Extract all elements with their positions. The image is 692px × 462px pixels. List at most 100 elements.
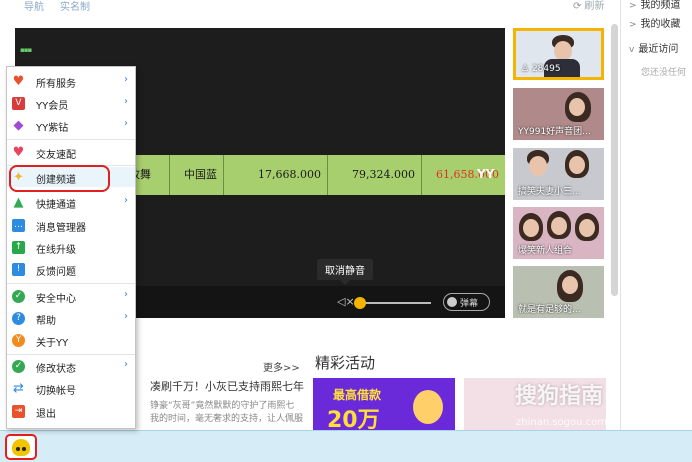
switch-icon: ⇄ [13,381,24,396]
chevron-right-icon: > [629,1,637,11]
highlight-box [9,165,110,192]
chevron-right-icon: › [124,74,128,85]
thumb-caption: YY991好声音团... [518,127,591,137]
chevron-right-icon: › [124,359,128,370]
nav-tab-guide[interactable]: 导航 [24,0,44,13]
thumb-face [529,156,547,176]
chevron-right-icon: > [629,20,637,30]
news-headline[interactable]: 凑刷千万！小灰已支持雨熙七年 [150,378,304,394]
status-icon: ✓ [12,360,25,373]
recent-empty-text: 您还没任何 [641,68,687,78]
channel-thumbnail[interactable]: 就是有足够的... [513,266,604,318]
thumb-face [551,217,567,235]
chevron-right-icon: › [124,96,128,107]
menu-item-about-yy[interactable]: Y 关于YY [7,330,135,350]
thumb-face [569,98,585,116]
menu-divider [7,354,135,355]
table-cell: 17,668.000 [223,155,327,195]
feedback-icon: ! [12,263,25,276]
menu-item-security-center[interactable]: ✓ 安全中心 › [7,286,135,306]
unmute-tooltip: 取消静音 [317,259,373,285]
toggle-dot [447,297,457,307]
more-link[interactable]: 更多>> [263,359,300,374]
thumb-caption: ♙ 28495 [521,64,561,74]
recent-visits-item[interactable]: v 最近访问 [629,40,678,55]
thumb-face [554,41,572,61]
chevron-right-icon: › [124,289,128,300]
thumb-caption: 爆笑新人组合 [518,246,573,256]
chevron-right-icon: › [124,311,128,322]
table-cell: 79,324.000 [327,155,421,195]
news-snippet: 铮豪“灰哥”竟然默默的守护了雨熙七 [150,401,295,411]
channel-thumbnail[interactable]: YY991好声音团... [513,88,604,140]
yy-mascot-icon [12,439,30,456]
shortcut-icon: ▲ [13,195,24,210]
sogou-watermark: 搜狗指南 [515,384,604,409]
channel-thumbnail[interactable]: 爆笑新人组合 [513,207,604,259]
channel-thumbnail[interactable]: ♙ 28495 [513,28,604,80]
help-icon: ? [12,312,25,325]
top-nav: 导航 实名制 ⟳ 刷新 [0,0,620,14]
my-favorites-item[interactable]: > 我的收藏 [629,15,681,30]
menu-item-message-manager[interactable]: … 消息管理器 [7,215,135,235]
main-menu: ♥ 所有服务 › V YY会员 › ◆ YY紫钻 › ♥ 交友速配 ✦ 创建频道 ▲ 快捷通道 › … [6,66,136,429]
banner-amount: 20万 [327,408,380,430]
danmu-toggle[interactable]: 弹幕 [443,293,490,311]
loan-banner[interactable]: 最高借款 20万 [313,378,455,430]
mascot-eye [16,447,20,451]
mute-icon[interactable]: ◁× [337,295,355,308]
menu-item-yy-diamond[interactable]: ◆ YY紫钻 › [7,115,135,135]
refresh-icon: ⟳ [573,1,582,12]
status-bar [0,430,692,462]
volume-knob[interactable] [354,297,366,309]
menu-item-all-services[interactable]: ♥ 所有服务 › [7,71,135,91]
menu-item-yy-vip[interactable]: V YY会员 › [7,93,135,113]
nav-tab-realname[interactable]: 实名制 [60,0,90,13]
menu-item-help[interactable]: ? 帮助 › [7,308,135,328]
menu-item-friend-match[interactable]: ♥ 交友速配 [7,142,135,162]
news-snippet: 我的时间，毫无奢求的支持，让人佩服 [150,414,304,424]
channel-thumbnail[interactable]: 搞笑夫妻小三... [513,148,604,200]
thumb-face [569,156,585,174]
menu-item-feedback[interactable]: ! 反馈问题 [7,259,135,279]
volume-slider[interactable] [359,302,431,304]
banner-text: 最高借款 [333,388,382,402]
sogou-watermark-url: zhinan.sogou.com [516,417,608,428]
yy-watermark: YY [477,167,495,181]
banner-hair [464,378,492,414]
vip-icon: V [12,97,25,110]
exit-icon: ⇥ [12,405,25,418]
thumb-caption: 就是有足够的... [518,305,581,315]
heart-icon: ♥ [12,74,25,89]
mascot-eye [22,447,26,451]
cartoon-face-icon [413,390,443,424]
menu-item-change-status[interactable]: ✓ 修改状态 › [7,356,135,376]
table-cell: 中国蓝 [169,155,223,195]
match-heart-icon: ♥ [12,145,25,160]
right-panel: > 我的频道 > 我的收藏 v 最近访问 您还没任何 [620,0,692,430]
about-icon: Y [12,334,25,347]
menu-item-switch-account[interactable]: ⇄ 切换帐号 [7,378,135,398]
yy-logo-button[interactable] [5,434,37,460]
thumb-face [579,219,595,237]
signal-icon: ▪▪▪ [20,46,32,54]
thumb-face [523,219,539,237]
menu-item-online-upgrade[interactable]: ↑ 在线升级 [7,237,135,257]
refresh-button[interactable]: ⟳ 刷新 [573,0,604,12]
thumb-face [562,276,578,294]
diamond-icon: ◆ [13,118,24,133]
menu-item-exit[interactable]: ⇥ 退出 [7,401,135,421]
thumb-caption: 搞笑夫妻小三... [518,187,581,197]
chevron-right-icon: › [124,118,128,129]
activities-title: 精彩活动 [315,354,376,372]
menu-item-shortcut[interactable]: ▲ 快捷通道 › [7,192,135,212]
chevron-down-icon: v [629,45,635,55]
my-channels-item[interactable]: > 我的频道 [629,0,681,11]
message-icon: … [12,219,25,232]
person-icon: ♙ [521,64,532,74]
scrollbar[interactable] [611,24,618,296]
menu-divider [7,139,135,140]
menu-divider [7,283,135,284]
upgrade-icon: ↑ [12,241,25,254]
banner-face [464,414,482,430]
